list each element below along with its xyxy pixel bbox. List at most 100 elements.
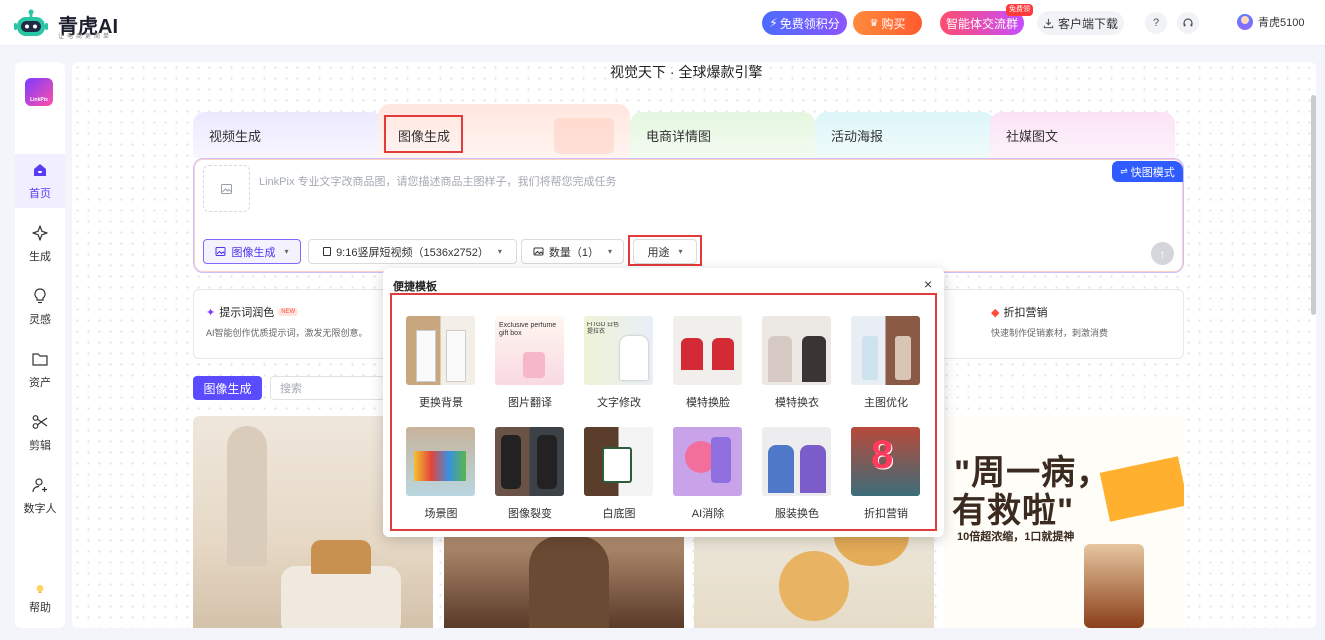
free-points-label: 免费领积分 [779, 16, 840, 31]
scrollbar[interactable] [1311, 95, 1316, 315]
fast-mode-label: 快图模式 [1130, 166, 1175, 179]
toaster-shape [281, 566, 401, 628]
user-menu[interactable]: 青虎5100 [1237, 14, 1304, 30]
fast-mode-button[interactable]: ⇌ 快图模式 [1112, 161, 1183, 182]
tab-label: 视频生成 [209, 128, 262, 144]
cracker-shape [779, 551, 849, 621]
template-label: AI消除 [691, 508, 725, 520]
tab-social-media[interactable]: 社媒图文 [990, 112, 1175, 158]
feature-card-discount-marketing[interactable]: ◆ 折扣营销 快速制作促销素材，刺激消费 [934, 289, 1184, 359]
template-clothing-recolor[interactable]: 服装换色 [762, 427, 832, 521]
tab-video-generation[interactable]: 视频生成 [193, 112, 383, 158]
template-change-background[interactable]: 更换背景 [406, 316, 476, 410]
image-icon [215, 247, 226, 256]
template-thumb [762, 427, 831, 496]
left-sidebar: LinkPix 首页 生成 灵感 资产 剪辑 数字人 帮助 [15, 62, 65, 628]
template-image-variation[interactable]: 图像裂变 [495, 427, 565, 521]
new-badge: NEW [278, 308, 299, 316]
support-button[interactable] [1177, 12, 1199, 34]
count-select[interactable]: 数量（1） ▾ [521, 239, 624, 264]
template-label: 图像裂变 [508, 508, 552, 520]
download-icon [1043, 18, 1054, 28]
template-image-translate[interactable]: Exclusive perfume gift box 图片翻译 [495, 316, 565, 410]
sidebar-item-assets[interactable]: 资产 [15, 343, 65, 397]
template-discount-marketing[interactable]: 8 折扣营销 [851, 427, 921, 521]
robot-logo-icon [14, 9, 48, 36]
free-points-button[interactable]: ⚡ 免费领积分 [762, 11, 847, 35]
top-bar: 青虎AI 让电商更简单 ⚡ 免费领积分 ♛ 购买 智能体交流群 免费领 客户端下… [0, 0, 1325, 46]
linkpix-logo[interactable]: LinkPix [25, 78, 53, 106]
feature-title: 提示词润色 [219, 307, 275, 319]
help-label: 帮助 [29, 602, 51, 614]
linkpix-logo-text: LinkPix [30, 97, 48, 103]
tab-label: 社媒图文 [1006, 128, 1059, 144]
tag-icon: ◆ [991, 306, 1000, 319]
sidebar-item-edit[interactable]: 剪辑 [15, 406, 65, 460]
buy-label: 购买 [881, 16, 906, 31]
template-model-face-swap[interactable]: 模特换脸 [673, 316, 743, 410]
sidebar-item-label: 数字人 [23, 503, 57, 515]
template-label: 模特换脸 [686, 397, 730, 409]
template-label: 服装换色 [775, 508, 819, 520]
template-text-edit[interactable]: FITGO 白色提拉衣 文字修改 [584, 316, 654, 410]
coat-shape [529, 536, 609, 628]
highlight-box-usage [628, 235, 702, 266]
product-pack-shape [1099, 456, 1184, 522]
feature-title: 折扣营销 [1003, 307, 1048, 319]
buy-button[interactable]: ♛ 购买 [853, 11, 922, 35]
image-upload-button[interactable] [203, 165, 250, 212]
template-thumb: Exclusive perfume gift box [495, 316, 564, 385]
sidebar-item-home[interactable]: 首页 [15, 154, 65, 208]
tab-ecommerce-detail[interactable]: 电商详情图 [630, 112, 815, 158]
feature-card-prompt-polish[interactable]: ✦ 提示词润色 NEW AI智能创作优质提示词，激发无限创意。 [193, 289, 393, 359]
tab-label: 活动海报 [831, 128, 884, 144]
client-download-button[interactable]: 客户端下载 [1037, 11, 1124, 35]
user-name: 青虎5100 [1258, 17, 1305, 29]
agent-group-label: 智能体交流群 [945, 16, 1018, 31]
search-input[interactable]: 搜索 [270, 376, 385, 400]
aspect-ratio-select[interactable]: 9:16竖屏短视频（1536x2752） ▾ [308, 239, 517, 264]
sidebar-item-digital-human[interactable]: 数字人 [15, 469, 65, 523]
template-ai-erase[interactable]: AI消除 [673, 427, 743, 521]
prompt-input[interactable]: LinkPix 专业文字改商品图，请您描述商品主图样子，我们将帮您完成任务 [259, 173, 617, 189]
template-thumb [673, 427, 742, 496]
headset-icon [1183, 18, 1193, 27]
template-white-background[interactable]: 白底图 [584, 427, 654, 521]
chevron-down-icon: ▾ [497, 247, 502, 256]
sidebar-help[interactable]: 帮助 [15, 574, 65, 624]
close-icon[interactable]: × [924, 276, 932, 292]
home-icon [34, 164, 46, 176]
highlight-box-image-tab [384, 115, 463, 153]
poster-subline: 10倍超浓缩，1口就提神 [957, 531, 1075, 543]
count-select-value: 数量（1） [548, 246, 600, 259]
lightning-icon: ⚡ [769, 16, 778, 30]
template-label: 图片翻译 [508, 397, 552, 409]
bread-shape [311, 540, 371, 574]
image-generation-filter-button[interactable]: 图像生成 [193, 376, 262, 400]
swap-icon: ⇌ [1120, 166, 1128, 176]
folder-icon [32, 353, 48, 366]
template-main-image-optimize[interactable]: 主图优化 [851, 316, 921, 410]
template-scene-image[interactable]: 场景图 [406, 427, 476, 521]
template-thumb [406, 427, 475, 496]
template-label: 模特换衣 [775, 397, 819, 409]
template-label: 更换背景 [419, 397, 463, 409]
client-download-label: 客户端下载 [1057, 16, 1118, 31]
template-thumb [851, 316, 920, 385]
sidebar-item-label: 资产 [29, 377, 51, 389]
send-button[interactable]: ↑ [1151, 242, 1174, 265]
tab-event-poster[interactable]: 活动海报 [815, 112, 995, 158]
bulb-icon [34, 288, 46, 304]
sidebar-item-generate[interactable]: 生成 [15, 217, 65, 271]
towel-shape [227, 426, 267, 566]
template-thumb [762, 316, 831, 385]
ratio-icon [323, 247, 332, 256]
template-label: 白底图 [602, 508, 636, 520]
sidebar-item-inspiration[interactable]: 灵感 [15, 280, 65, 334]
template-model-outfit-swap[interactable]: 模特换衣 [762, 316, 832, 410]
mode-select[interactable]: 图像生成 ▾ [203, 239, 301, 264]
help-circle-button[interactable]: ? [1145, 12, 1167, 34]
ratio-select-value: 9:16竖屏短视频（1536x2752） [336, 246, 489, 259]
sidebar-item-label: 灵感 [29, 314, 51, 326]
template-label: 折扣营销 [864, 508, 908, 520]
